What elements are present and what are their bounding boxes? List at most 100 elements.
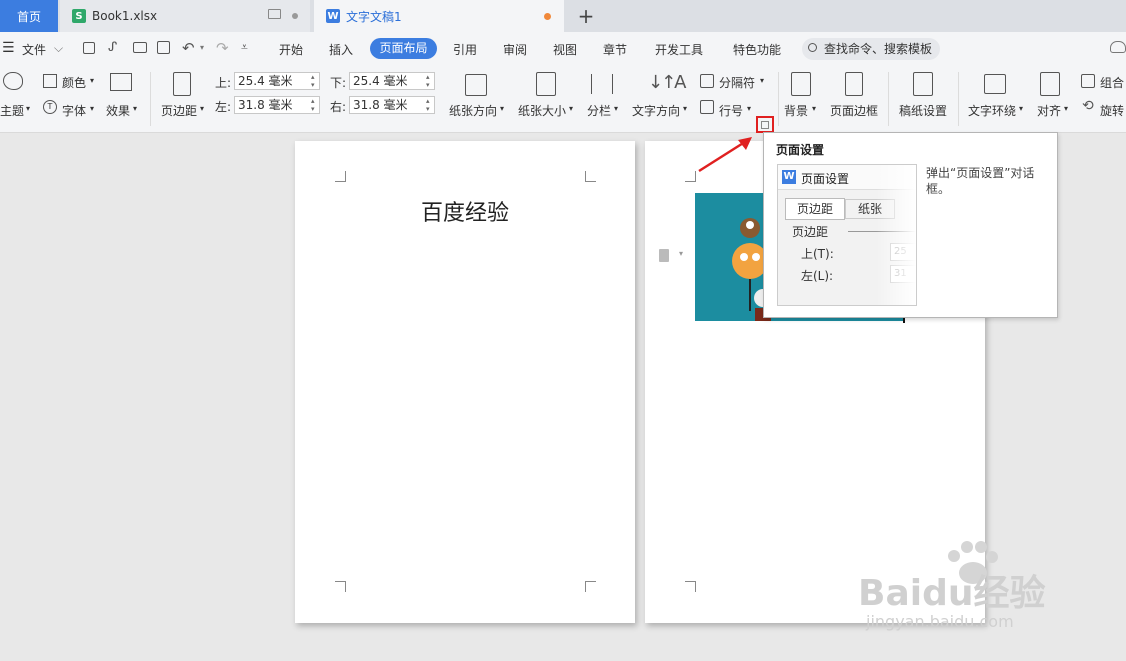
- print-preview-icon[interactable]: [157, 41, 170, 54]
- document-icon[interactable]: [659, 249, 669, 262]
- group-button[interactable]: 组合: [1100, 74, 1124, 91]
- color-button[interactable]: 颜色: [62, 74, 86, 91]
- cloud-icon[interactable]: [1110, 41, 1126, 53]
- margin-corner-mark: [335, 171, 346, 182]
- redo-icon[interactable]: ↷: [216, 39, 229, 57]
- save-icon[interactable]: [83, 42, 95, 54]
- document-icon-dropdown[interactable]: ▾: [679, 249, 683, 258]
- orientation-dropdown-icon[interactable]: ▾: [500, 104, 504, 113]
- text-direction-icon[interactable]: ↓↑A: [648, 72, 687, 93]
- preview-left-label: 左(L):: [801, 269, 834, 283]
- preview-fade: [876, 165, 916, 305]
- undo-dropdown-icon[interactable]: ▾: [200, 43, 204, 52]
- paper-size-dropdown-icon[interactable]: ▾: [569, 104, 573, 113]
- menu-view[interactable]: 视图: [553, 41, 577, 58]
- grid-paper-button[interactable]: 稿纸设置: [899, 102, 947, 119]
- align-button[interactable]: 对齐: [1037, 102, 1061, 119]
- columns-dropdown-icon[interactable]: ▾: [614, 104, 618, 113]
- margins-icon[interactable]: [173, 72, 191, 96]
- margins-dropdown-icon[interactable]: ▾: [200, 104, 204, 113]
- tab-document[interactable]: W 文字文稿1: [314, 0, 564, 32]
- line-numbers-button[interactable]: 行号: [719, 102, 743, 119]
- top-margin-input[interactable]: 25.4 毫米: [234, 72, 320, 90]
- spreadsheet-icon: S: [72, 9, 86, 23]
- text-direction-dropdown-icon[interactable]: ▾: [683, 104, 687, 113]
- customize-toolbar-icon[interactable]: ⩡: [241, 40, 248, 55]
- menu-developer[interactable]: 开发工具: [655, 41, 703, 58]
- font-button[interactable]: 字体: [62, 102, 86, 119]
- print-icon[interactable]: [133, 42, 147, 53]
- bottom-margin-input[interactable]: 25.4 毫米: [349, 72, 435, 90]
- menu-home[interactable]: 开始: [279, 41, 303, 58]
- hamburger-icon[interactable]: ☰: [2, 41, 15, 55]
- tooltip-preview-image: W 页面设置 页边距 纸张 页边距 上(T): 25 左(L): 31: [777, 164, 917, 306]
- orientation-button[interactable]: 纸张方向: [449, 102, 497, 119]
- page-setup-tooltip: 页面设置 W 页面设置 页边距 纸张 页边距 上(T): 25 左(L): 31…: [763, 132, 1058, 318]
- margins-button[interactable]: 页边距: [161, 102, 197, 119]
- search-placeholder: 查找命令、搜索模板: [824, 42, 933, 56]
- theme-button[interactable]: 主题: [0, 102, 24, 119]
- page-border-button[interactable]: 页面边框: [830, 102, 878, 119]
- wrap-text-button[interactable]: 文字环绕: [968, 102, 1016, 119]
- left-margin-input[interactable]: 31.8 毫米: [234, 96, 320, 114]
- columns-icon[interactable]: [591, 74, 613, 94]
- menu-features[interactable]: 特色功能: [733, 41, 781, 58]
- paper-size-icon[interactable]: [536, 72, 556, 96]
- menu-review[interactable]: 审阅: [503, 41, 527, 58]
- line-numbers-dropdown-icon[interactable]: ▾: [747, 104, 751, 113]
- orientation-icon[interactable]: [465, 74, 487, 96]
- wrap-text-dropdown-icon[interactable]: ▾: [1019, 104, 1023, 113]
- tab-home[interactable]: 首页: [0, 0, 58, 32]
- tab-book1-label: Book1.xlsx: [92, 9, 158, 23]
- writer-logo-icon: W: [782, 170, 796, 184]
- tooltip-description: 弹出“页面设置”对话框。: [926, 166, 1035, 196]
- breaks-button[interactable]: 分隔符: [719, 74, 755, 91]
- font-dropdown-icon[interactable]: ▾: [90, 104, 94, 113]
- wrap-text-icon[interactable]: [984, 74, 1006, 94]
- menu-references[interactable]: 引用: [453, 41, 477, 58]
- breaks-dropdown-icon[interactable]: ▾: [760, 76, 764, 85]
- color-dropdown-icon[interactable]: ▾: [90, 76, 94, 85]
- menu-page-layout[interactable]: 页面布局: [370, 38, 437, 59]
- menu-section[interactable]: 章节: [603, 41, 627, 58]
- effects-dropdown-icon[interactable]: ▾: [133, 104, 137, 113]
- search-icon: [808, 43, 817, 52]
- format-painter-icon[interactable]: ᔑ: [108, 40, 117, 55]
- effects-button[interactable]: 效果: [106, 102, 130, 119]
- background-icon[interactable]: [791, 72, 811, 96]
- align-icon[interactable]: [1040, 72, 1060, 96]
- file-chevron-down-icon[interactable]: ⌵: [54, 41, 63, 56]
- columns-button[interactable]: 分栏: [587, 102, 611, 119]
- effects-icon[interactable]: [110, 73, 132, 91]
- palette-icon[interactable]: [3, 72, 23, 90]
- new-tab-plus-icon[interactable]: +: [574, 4, 598, 28]
- tab-status-dot-icon: [292, 13, 298, 19]
- unsaved-dot-icon: [544, 13, 551, 20]
- page-title-text[interactable]: 百度经验: [295, 195, 635, 227]
- theme-dropdown-icon[interactable]: ▾: [26, 104, 30, 113]
- menu-file[interactable]: 文件: [22, 41, 46, 58]
- monitor-icon[interactable]: [268, 9, 281, 19]
- rotate-button[interactable]: 旋转: [1100, 102, 1124, 119]
- page-border-icon[interactable]: [845, 72, 863, 96]
- menu-insert[interactable]: 插入: [329, 41, 353, 58]
- text-direction-button[interactable]: 文字方向: [632, 102, 680, 119]
- paper-size-button[interactable]: 纸张大小: [518, 102, 566, 119]
- command-search-box[interactable]: 查找命令、搜索模板: [802, 38, 940, 60]
- ribbon-separator: [888, 72, 889, 126]
- margin-corner-mark: [335, 581, 346, 592]
- undo-icon[interactable]: ↶: [182, 39, 195, 57]
- align-dropdown-icon[interactable]: ▾: [1064, 104, 1068, 113]
- rotate-icon: ⟲: [1082, 98, 1094, 114]
- document-page-1[interactable]: 百度经验: [295, 141, 635, 623]
- grid-paper-icon[interactable]: [913, 72, 933, 96]
- background-button[interactable]: 背景: [784, 102, 808, 119]
- bottom-margin-label: 下:: [330, 76, 347, 90]
- preview-section-label: 页边距: [792, 225, 829, 239]
- menu-bar: ☰ 文件 ⌵ ᔑ ↶ ▾ ↷ ⩡ 开始 插入 页面布局 引用 审阅 视图 章节 …: [0, 32, 1126, 66]
- right-margin-input[interactable]: 31.8 毫米: [349, 96, 435, 114]
- ribbon-separator: [958, 72, 959, 126]
- ribbon-toolbar: 主题 ▾ 颜色 ▾ T 字体 ▾ 效果 ▾ 页边距 ▾ 上: 25.4 毫米 左…: [0, 66, 1126, 133]
- background-dropdown-icon[interactable]: ▾: [812, 104, 816, 113]
- tab-book1-xlsx[interactable]: S Book1.xlsx: [60, 0, 310, 32]
